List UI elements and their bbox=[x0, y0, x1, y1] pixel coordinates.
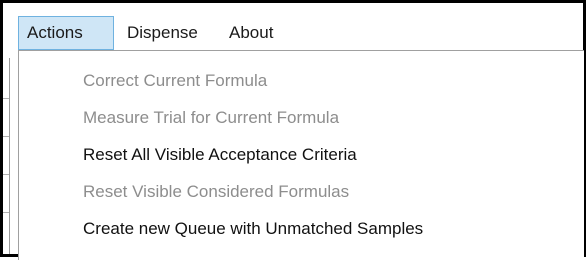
edge-tick bbox=[3, 174, 9, 175]
menu-about[interactable]: About bbox=[225, 16, 295, 50]
actions-dropdown-menu: Correct Current Formula Measure Trial fo… bbox=[18, 50, 584, 260]
application-window: Actions Dispense About Correct Current F… bbox=[0, 0, 586, 260]
edge-tick bbox=[3, 98, 9, 99]
menu-item-correct-current-formula[interactable]: Correct Current Formula bbox=[83, 64, 267, 98]
menu-bar: Actions Dispense About bbox=[3, 3, 583, 55]
menu-item-create-unmatched-queue[interactable]: Create new Queue with Unmatched Samples bbox=[83, 212, 423, 246]
menu-actions[interactable]: Actions bbox=[18, 16, 114, 50]
edge-tick bbox=[3, 136, 9, 137]
edge-tick bbox=[3, 212, 9, 213]
menu-item-reset-considered-formulas[interactable]: Reset Visible Considered Formulas bbox=[83, 175, 349, 209]
menu-item-measure-trial[interactable]: Measure Trial for Current Formula bbox=[83, 101, 339, 135]
menu-item-reset-acceptance-criteria[interactable]: Reset All Visible Acceptance Criteria bbox=[83, 138, 357, 172]
background-window-edge bbox=[3, 58, 10, 254]
menu-dispense[interactable]: Dispense bbox=[123, 16, 215, 50]
